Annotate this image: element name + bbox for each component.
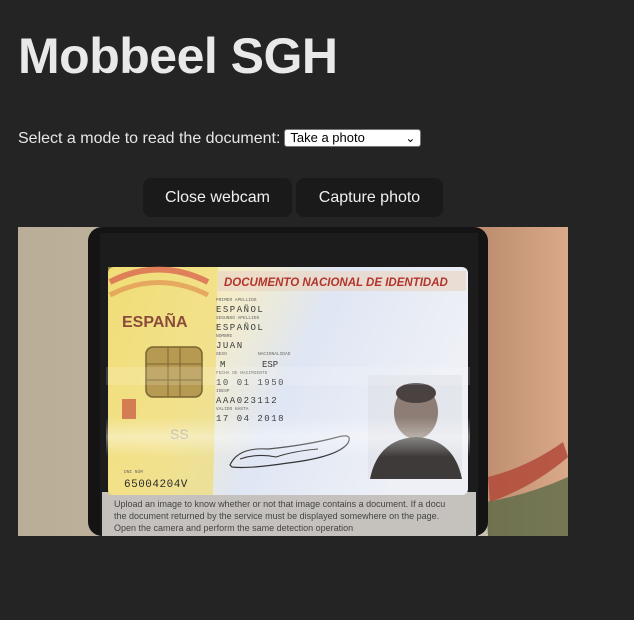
card-field-label: NOMBRE <box>216 333 233 339</box>
webcam-feed: Upload an image to know whether or not t… <box>18 227 568 536</box>
card-field-value: AAA023112 <box>216 396 278 406</box>
webcam-image: Upload an image to know whether or not t… <box>18 227 568 536</box>
mode-select[interactable]: Take a photo ⌄ <box>284 128 422 147</box>
mode-select-value: Take a photo <box>290 129 365 145</box>
card-field-value: ESPAÑOL <box>216 304 264 315</box>
card-field-label: PRIMER APELLIDO <box>216 297 257 303</box>
card-field-label: NACIONALIDAD <box>258 351 291 357</box>
page-title: Mobbeel SGH <box>18 28 338 84</box>
card-country: ESPAÑA <box>122 311 188 331</box>
webcam-controls: Close webcam Capture photo <box>143 178 443 217</box>
mode-label: Select a mode to read the document: <box>18 130 281 147</box>
card-field-label: SEXO <box>216 351 227 357</box>
close-webcam-button[interactable]: Close webcam <box>143 178 292 217</box>
background-text-line: Open the camera and perform the same det… <box>114 523 353 533</box>
mode-row: Select a mode to read the document: Take… <box>18 128 422 150</box>
card-field-label: DNI NÚM <box>124 468 143 475</box>
capture-photo-button[interactable]: Capture photo <box>296 178 443 217</box>
card-field-value: ESPAÑOL <box>216 322 264 333</box>
card-field-value: 65004204V <box>124 479 188 491</box>
background-text-line: the document returned by the service mus… <box>114 511 439 521</box>
card-field-label: SEGUNDO APELLIDO <box>216 315 260 321</box>
id-card: DOCUMENTO NACIONAL DE IDENTIDAD ESPAÑA P… <box>106 266 470 495</box>
card-field-label: IDESP <box>216 388 230 394</box>
card-field-label: VALIDO HASTA <box>216 406 249 412</box>
card-field-value: JUAN <box>216 341 244 351</box>
chevron-down-icon: ⌄ <box>405 130 416 145</box>
card-header: DOCUMENTO NACIONAL DE IDENTIDAD <box>224 277 448 289</box>
background-text-line: Upload an image to know whether or not t… <box>114 499 445 509</box>
